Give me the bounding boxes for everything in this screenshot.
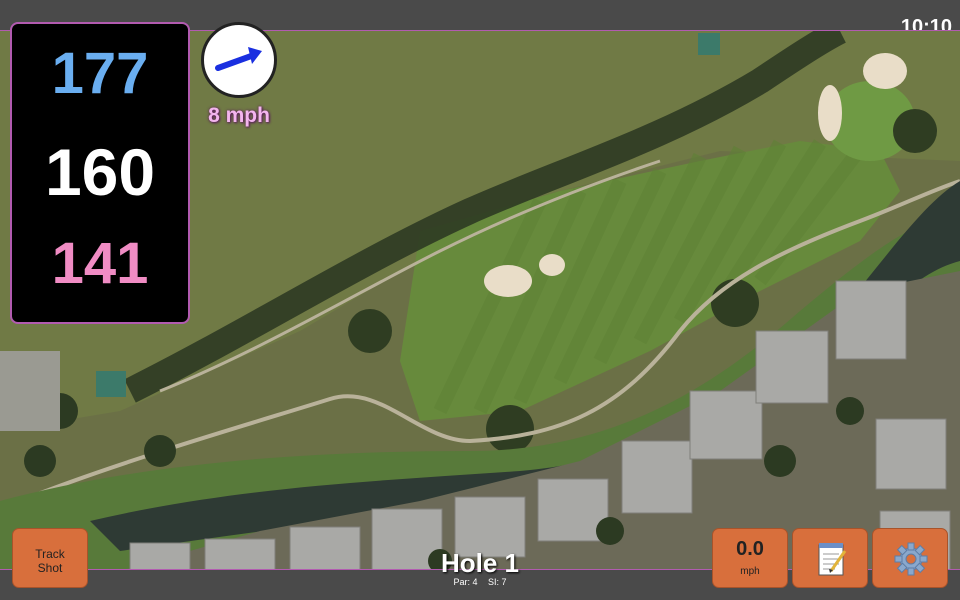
track-shot-button[interactable]: Track Shot xyxy=(12,528,88,588)
hole-stroke-index: SI: 7 xyxy=(488,577,507,587)
back-distance: 177 xyxy=(51,41,149,106)
speed-button[interactable]: 0.0 mph xyxy=(712,528,788,588)
notes-button[interactable] xyxy=(792,528,868,588)
hole-info: Par: 4 SI: 7 xyxy=(380,577,580,587)
wind-speed-label: 8 mph xyxy=(208,104,270,127)
speed-unit: mph xyxy=(740,566,760,577)
wind-direction-dial xyxy=(201,22,277,98)
front-distance: 141 xyxy=(51,231,149,296)
gear-icon xyxy=(894,542,928,576)
notepad-icon xyxy=(818,543,847,576)
track-shot-label-line2: Shot xyxy=(37,561,63,575)
middle-distance: 160 xyxy=(44,135,156,209)
track-shot-label-line1: Track xyxy=(35,547,65,561)
wind-direction-arrow-icon xyxy=(215,47,262,71)
hole-title: Hole 1 xyxy=(440,548,520,578)
distance-panel: 177 160 141 xyxy=(10,22,190,324)
settings-button[interactable] xyxy=(872,528,948,588)
hole-par: Par: 4 xyxy=(453,577,478,587)
speed-value: 0.0 xyxy=(736,538,764,560)
